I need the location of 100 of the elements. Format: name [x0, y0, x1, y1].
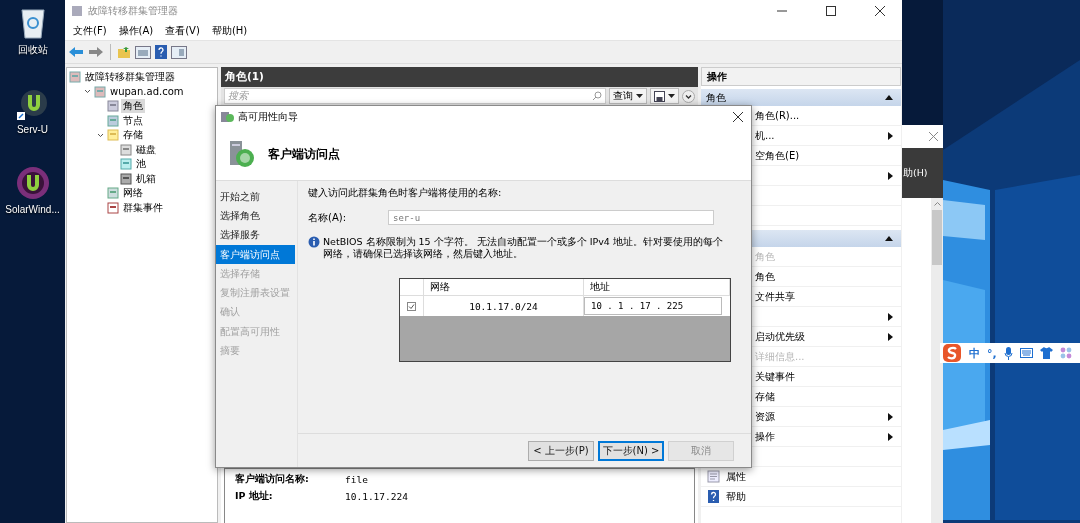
checkbox[interactable] — [407, 301, 416, 311]
submenu-arrow-icon — [888, 332, 893, 341]
action-item[interactable]: 操作 — [755, 429, 882, 444]
dialog-heading: 客户端访问点 — [268, 145, 340, 163]
tree-item[interactable]: wupan.ad.com — [108, 86, 186, 98]
grid-icon[interactable] — [1059, 347, 1072, 359]
save-button[interactable] — [650, 88, 679, 104]
name-field[interactable]: ser-u — [388, 210, 714, 225]
panel-icon[interactable] — [135, 45, 151, 59]
tree-item[interactable]: 节点 — [121, 113, 145, 128]
scrollbar-thumb[interactable] — [932, 210, 942, 265]
collapse-icon[interactable] — [885, 236, 893, 241]
tree-item[interactable]: 故障转移群集管理器 — [83, 70, 177, 85]
maximize-icon[interactable] — [826, 6, 836, 16]
query-button[interactable]: 查询 — [609, 88, 647, 104]
close-icon[interactable] — [875, 6, 885, 16]
server-icon — [69, 71, 81, 84]
wizard-step[interactable]: 客户端访问点 — [216, 244, 295, 265]
server-icon — [120, 172, 132, 185]
caret-icon — [668, 94, 675, 98]
server-icon — [94, 85, 106, 98]
app-icon — [71, 5, 83, 17]
pane-header: 操作 — [701, 67, 901, 86]
help-icon[interactable] — [155, 45, 167, 59]
menu-item[interactable]: 帮助(H) — [205, 24, 254, 38]
help-icon[interactable] — [707, 490, 720, 503]
folder-icon[interactable] — [117, 45, 131, 59]
menu-item[interactable]: 查看(V) — [159, 24, 206, 38]
tree-item[interactable]: 机箱 — [134, 171, 158, 186]
submenu-arrow-icon — [888, 412, 893, 421]
detail-label: 客户端访问名称: — [235, 473, 310, 486]
folder-icon — [107, 129, 119, 142]
app-icon — [15, 87, 50, 121]
tree-item[interactable]: 角色 — [121, 99, 145, 114]
action-item[interactable]: 关键事件 — [755, 369, 893, 384]
desktop-icon-label[interactable]: SolarWind... — [5, 204, 60, 215]
server-icon — [107, 100, 119, 113]
submenu-arrow-icon — [888, 131, 893, 140]
event-log-icon — [107, 201, 119, 214]
column-header: 地址 — [590, 280, 610, 294]
action-item[interactable]: 启动优先级 — [755, 329, 882, 344]
chevron-icon[interactable] — [96, 132, 104, 138]
action-item[interactable]: 文件共享 — [755, 289, 893, 304]
input-mode[interactable]: 中 — [969, 345, 980, 361]
address-field[interactable]: 10 . 1 . 17 . 225 — [584, 297, 722, 315]
collapse-icon[interactable] — [885, 95, 893, 100]
scroll-up-icon[interactable] — [933, 202, 941, 206]
menu-item[interactable]: 操作(A) — [112, 24, 160, 38]
wizard-step[interactable]: 选择角色 — [216, 206, 295, 226]
section-header[interactable]: 角色 — [701, 89, 901, 106]
action-item[interactable]: 资源 — [755, 409, 882, 424]
info-text: NetBIOS 名称限制为 15 个字符。 无法自动配置一个或多个 IPv4 地址。针对要使用的每个网络，请确保已选择该网络，然后键入地址。 — [323, 236, 723, 260]
tree-item[interactable]: 池 — [134, 157, 148, 172]
section-title: 角色 — [706, 90, 726, 105]
server-icon — [120, 143, 132, 156]
server-icon — [228, 139, 256, 169]
info-icon — [308, 236, 320, 248]
action-item[interactable]: 角色 — [755, 269, 893, 284]
chevron-icon[interactable] — [83, 89, 91, 95]
expand-icon[interactable] — [682, 89, 695, 103]
tree-item[interactable]: 存储 — [121, 128, 145, 143]
punctuation-mode[interactable]: °, — [987, 346, 997, 360]
menu-item[interactable]: 文件(F) — [67, 24, 113, 38]
dialog-title: 高可用性向导 — [238, 110, 299, 124]
menu-item[interactable]: 助(H) — [903, 166, 928, 180]
close-button[interactable] — [733, 112, 743, 122]
submenu-arrow-icon — [888, 171, 893, 180]
desktop-icon-label[interactable]: Serv-U — [16, 124, 49, 135]
forward-icon[interactable] — [88, 46, 104, 58]
submenu-arrow-icon — [888, 432, 893, 441]
tree-item[interactable]: 网络 — [121, 186, 145, 201]
keyboard-icon[interactable] — [1019, 348, 1033, 358]
panel-icon[interactable] — [171, 45, 187, 59]
server-icon — [107, 187, 119, 200]
tree-item[interactable]: 磁盘 — [134, 142, 158, 157]
column-header: 网络 — [430, 280, 450, 294]
wizard-step[interactable]: 选择服务 — [216, 225, 295, 245]
wizard-step[interactable]: 开始之前 — [216, 187, 295, 207]
action-item[interactable]: 机... — [755, 128, 882, 143]
microphone-icon[interactable] — [1003, 346, 1013, 360]
wizard-button[interactable]: < 上一步(P) — [528, 440, 594, 461]
action-item[interactable]: 角色(R)... — [755, 108, 893, 123]
properties-icon[interactable] — [707, 470, 720, 483]
submenu-arrow-icon — [888, 312, 893, 321]
search-icon — [592, 91, 602, 101]
detail-value: 10.1.17.224 — [345, 491, 408, 502]
desktop-icon-label[interactable]: 回收站 — [17, 43, 48, 57]
action-item[interactable]: 帮助 — [726, 489, 893, 504]
wizard-button[interactable]: 下一步(N) > — [598, 440, 664, 461]
server-icon — [120, 158, 132, 171]
tree-item[interactable]: 群集事件 — [121, 200, 165, 215]
action-item[interactable]: 存储 — [755, 389, 893, 404]
app-icon — [14, 165, 51, 201]
action-item[interactable]: 空角色(E) — [755, 148, 893, 163]
shirt-icon[interactable] — [1039, 347, 1053, 359]
back-icon[interactable] — [68, 46, 84, 58]
detail-value: file — [345, 474, 368, 485]
action-item[interactable]: 属性 — [726, 469, 893, 484]
prompt-text: 键入访问此群集角色时客户端将使用的名称: — [308, 186, 503, 200]
detail-label: IP 地址: — [235, 490, 274, 503]
